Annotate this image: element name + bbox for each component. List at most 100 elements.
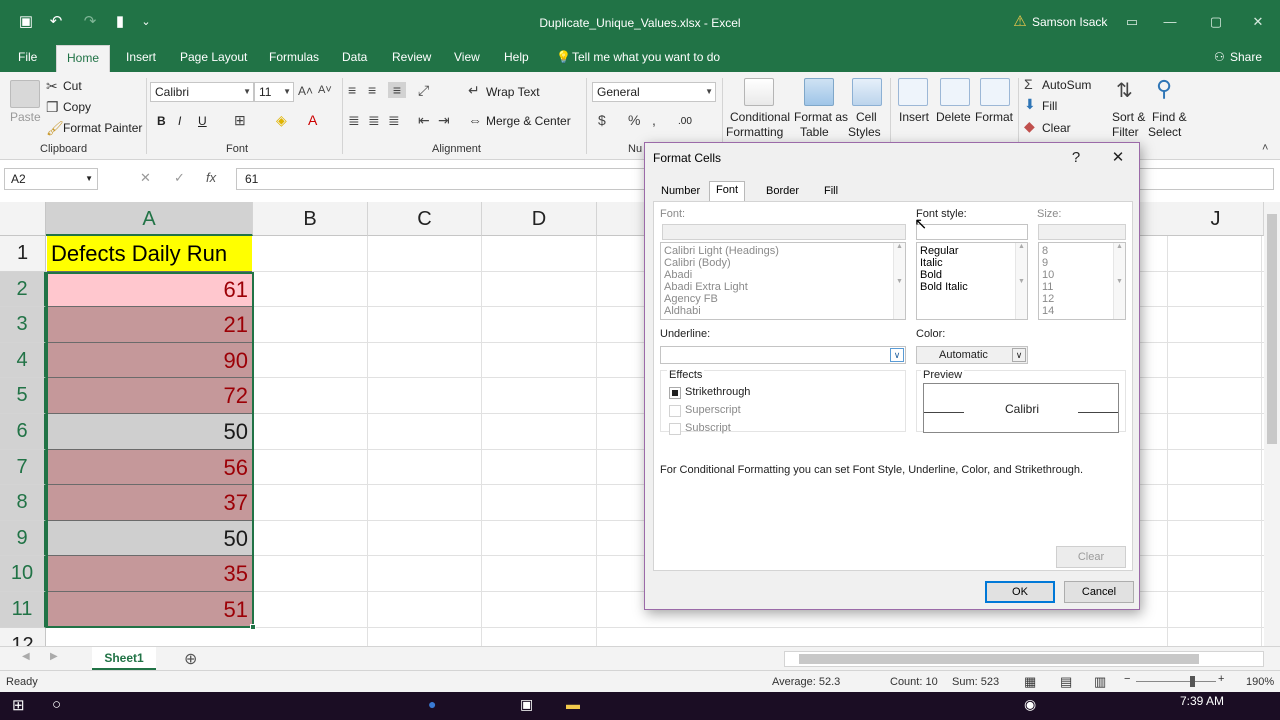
cell-a3[interactable]: 21	[47, 307, 252, 343]
tab-number[interactable]: Number	[655, 183, 706, 201]
delete-cells-button[interactable]: Delete	[936, 110, 971, 124]
edge-icon[interactable]: ●	[428, 696, 436, 712]
clock-time[interactable]: 7:39 AM	[1180, 694, 1224, 708]
page-layout-view-icon[interactable]: ▤	[1060, 674, 1072, 690]
sheet-tab-sheet1[interactable]: Sheet1	[92, 647, 156, 671]
underline-select[interactable]: ∨	[660, 346, 906, 364]
cut-icon[interactable]: ✂	[46, 78, 58, 95]
ok-button[interactable]: OK	[985, 581, 1055, 603]
maximize-icon[interactable]: ▢	[1206, 14, 1226, 30]
cut-button[interactable]: Cut	[63, 79, 82, 93]
tab-page-layout[interactable]: Page Layout	[176, 44, 251, 72]
conditional-formatting-label-1[interactable]: Conditional	[730, 110, 790, 124]
list-item[interactable]: Regular	[917, 245, 1027, 257]
zoom-out-icon[interactable]: −	[1124, 673, 1130, 685]
vertical-scroll-thumb[interactable]	[1267, 214, 1277, 444]
format-as-table-label-1[interactable]: Format as	[794, 110, 848, 124]
decrease-indent-icon[interactable]: ⇤	[418, 112, 430, 129]
cell-a8[interactable]: 37	[47, 485, 252, 521]
font-size-input[interactable]	[1038, 224, 1126, 240]
row-header-12[interactable]: 12	[0, 627, 46, 646]
paste-icon[interactable]	[10, 80, 40, 108]
wrap-text-button[interactable]: Wrap Text	[486, 85, 540, 99]
tab-file[interactable]: File	[14, 44, 41, 72]
format-painter-button[interactable]: Format Painter	[63, 121, 142, 135]
format-as-table-label-2[interactable]: Table	[800, 125, 829, 139]
row-header-11[interactable]: 11	[0, 592, 46, 628]
zoom-slider[interactable]	[1136, 681, 1216, 682]
tab-formulas[interactable]: Formulas	[265, 44, 323, 72]
cell-a7[interactable]: 56	[47, 449, 252, 486]
bold-button[interactable]: B	[157, 114, 166, 128]
help-icon[interactable]: ?	[1065, 147, 1087, 169]
cell-a2[interactable]: 61	[47, 271, 252, 308]
tab-font[interactable]: Font	[709, 181, 746, 201]
list-item[interactable]: Italic	[917, 257, 1027, 269]
tab-insert[interactable]: Insert	[122, 44, 160, 72]
autosum-icon[interactable]: Σ	[1024, 76, 1033, 92]
increase-decimal-icon[interactable]: .00	[678, 116, 692, 127]
font-name-input[interactable]	[662, 224, 906, 240]
align-top-icon[interactable]: ≡	[348, 82, 356, 98]
merge-center-icon[interactable]: ⇔	[468, 112, 482, 128]
sort-filter-icon[interactable]: ⇅	[1116, 78, 1133, 103]
row-header-9[interactable]: 9	[0, 520, 46, 557]
conditional-formatting-label-2[interactable]: Formatting	[726, 125, 783, 139]
size-list-scrollbar[interactable]: ▲ ▼	[1113, 243, 1125, 319]
align-middle-icon[interactable]: ≡	[368, 82, 376, 98]
search-icon[interactable]: ○	[52, 696, 61, 713]
sort-filter-label-1[interactable]: Sort &	[1112, 110, 1145, 124]
row-header-8[interactable]: 8	[0, 485, 46, 521]
zoom-slider-thumb[interactable]	[1190, 676, 1195, 687]
superscript-checkbox[interactable]	[669, 405, 681, 417]
wrap-text-icon[interactable]: ↵	[468, 82, 480, 99]
column-header-a[interactable]: A	[46, 202, 253, 236]
prev-sheet-icon[interactable]: ◀	[22, 651, 30, 662]
fill-color-icon[interactable]: ◈	[276, 112, 287, 129]
font-style-list[interactable]: Regular Italic Bold Bold Italic ▲ ▼	[916, 242, 1028, 320]
cell-a4[interactable]: 90	[47, 342, 252, 379]
fill-down-icon[interactable]: ⬇	[1024, 96, 1036, 113]
close-icon[interactable]: ✕	[1107, 147, 1129, 169]
next-sheet-icon[interactable]: ▶	[50, 651, 58, 662]
column-header-b[interactable]: B	[253, 202, 368, 236]
number-format-select[interactable]: General ▼	[592, 82, 716, 102]
font-style-input[interactable]	[916, 224, 1028, 240]
list-item[interactable]: Agency FB	[661, 293, 905, 305]
cell-styles-label-1[interactable]: Cell	[856, 110, 877, 124]
underline-button[interactable]: U	[198, 114, 207, 128]
normal-view-icon[interactable]: ▦	[1024, 674, 1036, 690]
tab-help[interactable]: Help	[500, 44, 533, 72]
align-center-icon[interactable]: ≣	[368, 112, 380, 129]
page-break-view-icon[interactable]: ▥	[1094, 674, 1106, 690]
share-button[interactable]: Share	[1226, 44, 1266, 72]
eraser-icon[interactable]: ◆	[1024, 118, 1035, 135]
insert-cells-button[interactable]: Insert	[899, 110, 929, 124]
find-select-label-2[interactable]: Select	[1148, 125, 1181, 139]
font-list[interactable]: Calibri Light (Headings) Calibri (Body) Ab…	[660, 242, 906, 320]
zoom-in-icon[interactable]: +	[1218, 673, 1224, 685]
insert-function-icon[interactable]: fx	[206, 170, 216, 185]
percent-icon[interactable]: %	[628, 112, 640, 128]
paste-button[interactable]: Paste	[10, 110, 41, 124]
strikethrough-label[interactable]: Strikethrough	[685, 386, 750, 398]
find-select-label-1[interactable]: Find &	[1152, 110, 1187, 124]
cell-a11[interactable]: 51	[47, 592, 252, 628]
select-all-button[interactable]	[0, 202, 46, 236]
format-as-table-icon[interactable]	[804, 78, 834, 106]
tell-me-search[interactable]: Tell me what you want to do	[568, 44, 724, 72]
copy-button[interactable]: Copy	[63, 100, 91, 114]
list-item[interactable]: Abadi	[661, 269, 905, 281]
confirm-entry-icon[interactable]: ✓	[174, 170, 185, 186]
user-name[interactable]: Samson Isack	[1032, 15, 1107, 29]
tray-icon[interactable]: ◉	[1024, 696, 1036, 713]
column-header-j[interactable]: J	[1168, 202, 1264, 236]
cell-a10[interactable]: 35	[47, 556, 252, 592]
font-name-select[interactable]: Calibri ▼	[150, 82, 254, 102]
tab-review[interactable]: Review	[388, 44, 435, 72]
font-size-select[interactable]: 11 ▼	[254, 82, 294, 102]
zoom-level[interactable]: 190%	[1246, 676, 1274, 688]
cell-a1-header[interactable]: Defects Daily Run	[47, 236, 252, 272]
sort-filter-label-2[interactable]: Filter	[1112, 125, 1139, 139]
autosum-button[interactable]: AutoSum	[1042, 78, 1091, 92]
